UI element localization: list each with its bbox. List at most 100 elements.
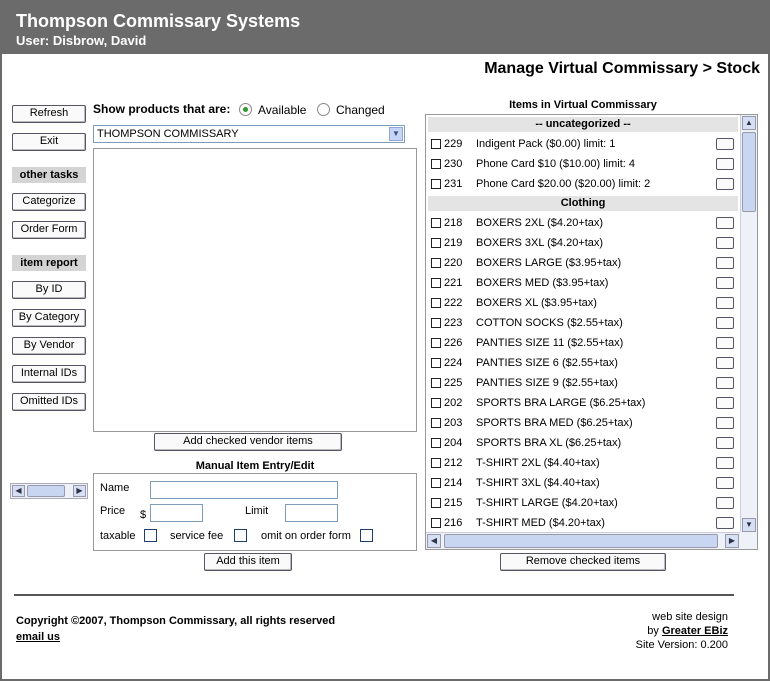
item-edit-button[interactable] bbox=[716, 337, 734, 349]
item-id: 225 bbox=[444, 377, 463, 389]
item-checkbox[interactable] bbox=[431, 418, 441, 428]
item-edit-button[interactable] bbox=[716, 457, 734, 469]
vertical-scroll-thumb[interactable] bbox=[742, 132, 756, 212]
order-form-button[interactable]: Order Form bbox=[12, 221, 86, 239]
item-checkbox[interactable] bbox=[431, 378, 441, 388]
scroll-up-icon[interactable]: ▲ bbox=[742, 116, 756, 130]
item-row: 202 SPORTS BRA LARGE ($6.25+tax) bbox=[426, 393, 740, 413]
add-item-button[interactable]: Add this item bbox=[204, 553, 292, 571]
service-fee-checkbox[interactable] bbox=[234, 529, 247, 542]
item-checkbox[interactable] bbox=[431, 298, 441, 308]
horizontal-scroll-thumb[interactable] bbox=[444, 534, 718, 548]
item-name: T-SHIRT MED ($4.20+tax) bbox=[476, 517, 605, 529]
item-edit-button[interactable] bbox=[716, 517, 734, 529]
currency-symbol: $ bbox=[140, 509, 147, 521]
item-edit-button[interactable] bbox=[716, 217, 734, 229]
item-checkbox[interactable] bbox=[431, 179, 441, 189]
scroll-right-icon[interactable]: ▶ bbox=[725, 534, 739, 548]
scroll-left-icon[interactable]: ◀ bbox=[12, 485, 25, 497]
item-id: 212 bbox=[444, 457, 463, 469]
design-line: web site design bbox=[652, 611, 728, 623]
header-bar: Thompson Commissary Systems User: Disbro… bbox=[2, 2, 768, 54]
price-field[interactable] bbox=[150, 504, 203, 522]
by-vendor-button[interactable]: By Vendor bbox=[12, 337, 86, 355]
item-checkbox[interactable] bbox=[431, 278, 441, 288]
scroll-thumb[interactable] bbox=[27, 485, 65, 497]
vendor-items-list[interactable] bbox=[93, 148, 417, 432]
item-edit-button[interactable] bbox=[716, 477, 734, 489]
item-checkbox[interactable] bbox=[431, 338, 441, 348]
taxable-checkbox[interactable] bbox=[144, 529, 157, 542]
by-category-button[interactable]: By Category bbox=[12, 309, 86, 327]
designer-link[interactable]: Greater EBiz bbox=[662, 625, 728, 637]
item-edit-button[interactable] bbox=[716, 397, 734, 409]
name-field[interactable] bbox=[150, 481, 338, 499]
item-checkbox[interactable] bbox=[431, 159, 441, 169]
left-horizontal-scrollbar[interactable]: ◀ ▶ bbox=[10, 483, 88, 499]
item-checkbox[interactable] bbox=[431, 518, 441, 528]
manual-entry-title: Manual Item Entry/Edit bbox=[195, 460, 315, 472]
items-list[interactable]: -- uncategorized -- 229 Indigent Pack ($0.… bbox=[426, 115, 740, 533]
item-checkbox[interactable] bbox=[431, 498, 441, 508]
omit-checkbox[interactable] bbox=[360, 529, 373, 542]
scroll-right-icon[interactable]: ▶ bbox=[73, 485, 86, 497]
item-row: 222 BOXERS XL ($3.95+tax) bbox=[426, 293, 740, 313]
item-name: PANTIES SIZE 9 ($2.55+tax) bbox=[476, 377, 618, 389]
scroll-left-icon[interactable]: ◀ bbox=[427, 534, 441, 548]
item-id: 219 bbox=[444, 237, 463, 249]
item-row: 223 COTTON SOCKS ($2.55+tax) bbox=[426, 313, 740, 333]
chevron-down-icon[interactable]: ▼ bbox=[389, 127, 403, 141]
remove-items-button[interactable]: Remove checked items bbox=[500, 553, 666, 571]
radio-available[interactable] bbox=[239, 103, 252, 116]
omitted-ids-button[interactable]: Omitted IDs bbox=[12, 393, 86, 411]
item-edit-button[interactable] bbox=[716, 377, 734, 389]
items-vertical-scrollbar[interactable]: ▲ ▼ bbox=[740, 115, 757, 533]
item-row: 212 T-SHIRT 2XL ($4.40+tax) bbox=[426, 453, 740, 473]
scroll-down-icon[interactable]: ▼ bbox=[742, 518, 756, 532]
items-panel: -- uncategorized -- 229 Indigent Pack ($0.… bbox=[425, 114, 758, 550]
item-edit-button[interactable] bbox=[716, 277, 734, 289]
add-vendor-items-button[interactable]: Add checked vendor items bbox=[154, 433, 342, 451]
by-id-button[interactable]: By ID bbox=[12, 281, 86, 299]
item-row: 224 PANTIES SIZE 6 ($2.55+tax) bbox=[426, 353, 740, 373]
item-edit-button[interactable] bbox=[716, 178, 734, 190]
category-header: Clothing bbox=[428, 196, 738, 211]
items-horizontal-scrollbar[interactable]: ◀ ▶ bbox=[426, 532, 740, 549]
item-edit-button[interactable] bbox=[716, 138, 734, 150]
designer-line: by Greater EBiz bbox=[636, 624, 728, 638]
item-edit-button[interactable] bbox=[716, 417, 734, 429]
item-checkbox[interactable] bbox=[431, 218, 441, 228]
vendor-select[interactable]: THOMPSON COMMISSARY ▼ bbox=[93, 125, 405, 143]
item-edit-button[interactable] bbox=[716, 497, 734, 509]
radio-changed[interactable] bbox=[317, 103, 330, 116]
item-checkbox[interactable] bbox=[431, 238, 441, 248]
item-checkbox[interactable] bbox=[431, 258, 441, 268]
item-edit-button[interactable] bbox=[716, 257, 734, 269]
item-checkbox[interactable] bbox=[431, 358, 441, 368]
refresh-button[interactable]: Refresh bbox=[12, 105, 86, 123]
item-checkbox[interactable] bbox=[431, 458, 441, 468]
item-edit-button[interactable] bbox=[716, 437, 734, 449]
name-label: Name bbox=[100, 482, 130, 494]
internal-ids-button[interactable]: Internal IDs bbox=[12, 365, 86, 383]
categorize-button[interactable]: Categorize bbox=[12, 193, 86, 211]
item-row: 214 T-SHIRT 3XL ($4.40+tax) bbox=[426, 473, 740, 493]
item-checkbox[interactable] bbox=[431, 398, 441, 408]
item-checkbox[interactable] bbox=[431, 139, 441, 149]
item-edit-button[interactable] bbox=[716, 237, 734, 249]
limit-field[interactable] bbox=[285, 504, 338, 522]
item-id: 202 bbox=[444, 397, 463, 409]
item-report-heading: item report bbox=[12, 255, 86, 271]
item-id: 229 bbox=[444, 138, 463, 150]
app-title: Thompson Commissary Systems bbox=[16, 11, 301, 31]
item-edit-button[interactable] bbox=[716, 297, 734, 309]
item-checkbox[interactable] bbox=[431, 478, 441, 488]
item-edit-button[interactable] bbox=[716, 158, 734, 170]
email-us-link[interactable]: email us bbox=[16, 631, 60, 643]
item-edit-button[interactable] bbox=[716, 317, 734, 329]
exit-button[interactable]: Exit bbox=[12, 133, 86, 151]
item-edit-button[interactable] bbox=[716, 357, 734, 369]
item-checkbox[interactable] bbox=[431, 318, 441, 328]
item-name: Phone Card $10 ($10.00) limit: 4 bbox=[476, 158, 635, 170]
item-checkbox[interactable] bbox=[431, 438, 441, 448]
